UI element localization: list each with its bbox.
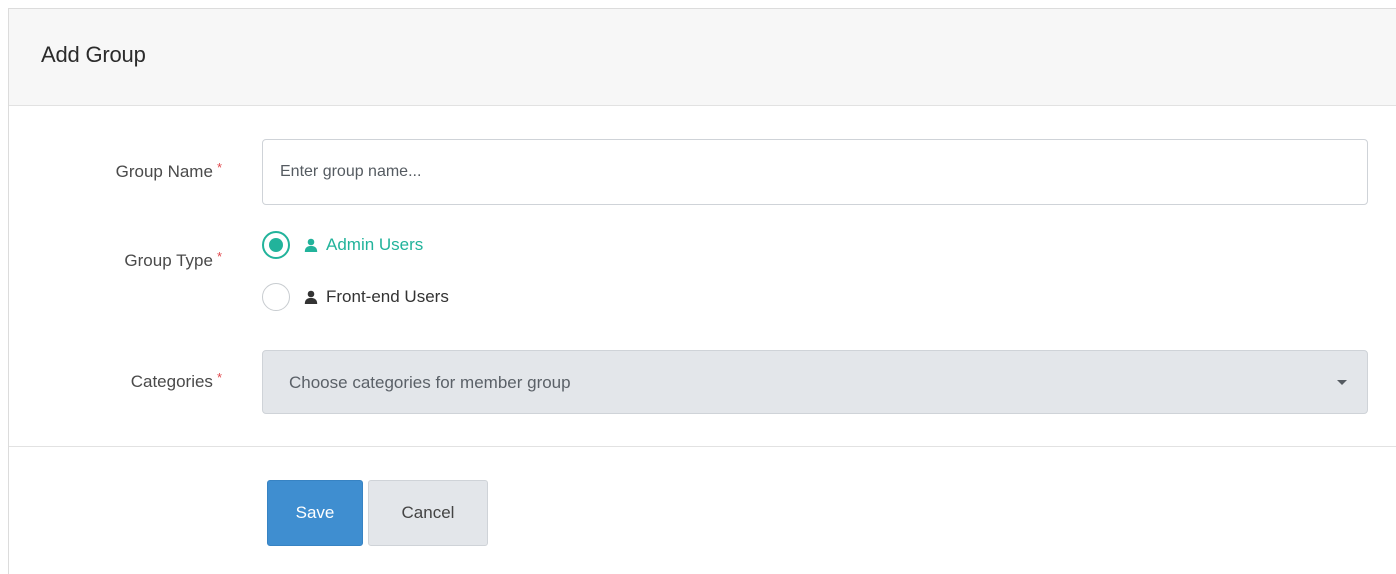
group-name-label: Group Name * <box>115 160 222 181</box>
cancel-button[interactable]: Cancel <box>368 480 488 546</box>
radio-option-admin-users[interactable]: Admin Users <box>262 231 423 259</box>
add-group-panel: Add Group Group Name* Group Type* Admin … <box>8 8 1396 574</box>
required-marker: * <box>216 249 222 264</box>
radio-button-front-end-users[interactable] <box>262 283 290 311</box>
panel-header: Add Group <box>9 9 1396 106</box>
radio-label-admin-users: Admin Users <box>326 235 424 254</box>
user-icon <box>304 238 318 252</box>
group-type-label: Group Type * <box>124 249 222 270</box>
user-icon <box>304 290 318 304</box>
group-name-input[interactable] <box>262 139 1368 205</box>
radio-dot <box>269 238 283 252</box>
categories-select[interactable]: Choose categories for member group <box>262 350 1368 414</box>
save-button[interactable]: Save <box>267 480 363 546</box>
radio-option-front-end-users[interactable]: Front-end Users <box>262 283 449 311</box>
categories-label: Categories * <box>130 370 222 391</box>
radio-label-front-end-users: Front-end Users <box>326 287 449 306</box>
chevron-down-icon[interactable] <box>1337 380 1347 385</box>
required-marker: * <box>216 370 222 385</box>
radio-button-admin-users[interactable] <box>262 231 290 259</box>
categories-placeholder: Choose categories for member group <box>289 373 571 392</box>
page-title: Add Group <box>41 42 146 67</box>
form-footer-divider <box>9 446 1396 447</box>
required-marker: * <box>216 160 222 175</box>
